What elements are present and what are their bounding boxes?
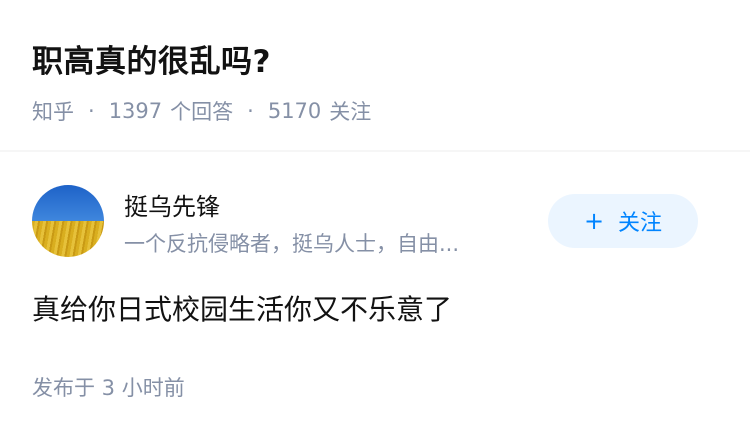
- plus-icon: +: [583, 207, 605, 235]
- divider: [0, 150, 750, 152]
- meta-separator: ·: [88, 99, 95, 123]
- follow-button-label: 关注: [618, 211, 663, 236]
- answer-count: 1397: [108, 99, 163, 123]
- answer-count-label: 个回答: [170, 100, 234, 124]
- avatar-sky: [32, 185, 104, 221]
- follower-count-label: 关注: [329, 100, 372, 124]
- author-name[interactable]: 挺乌先锋: [124, 187, 220, 222]
- answer-text: 真给你日式校园生活你又不乐意了: [32, 293, 453, 326]
- source-label[interactable]: 知乎: [32, 96, 74, 126]
- meta-separator: ·: [247, 99, 254, 123]
- avatar-field: [32, 221, 104, 257]
- answer-timestamp: 发布于 3 小时前: [32, 376, 185, 400]
- author-row: 挺乌先锋 一个反抗侵略者，挺乌人士，自由... + 关注: [32, 184, 718, 260]
- author-bio: 一个反抗侵略者，挺乌人士，自由...: [124, 232, 460, 256]
- follower-count: 5170: [267, 99, 322, 123]
- question-meta: 知乎 · 1397 个回答 · 5170 关注: [32, 96, 371, 126]
- avatar[interactable]: [32, 185, 104, 257]
- question-title[interactable]: 职高真的很乱吗?: [32, 36, 271, 81]
- follow-button[interactable]: + 关注: [548, 194, 698, 248]
